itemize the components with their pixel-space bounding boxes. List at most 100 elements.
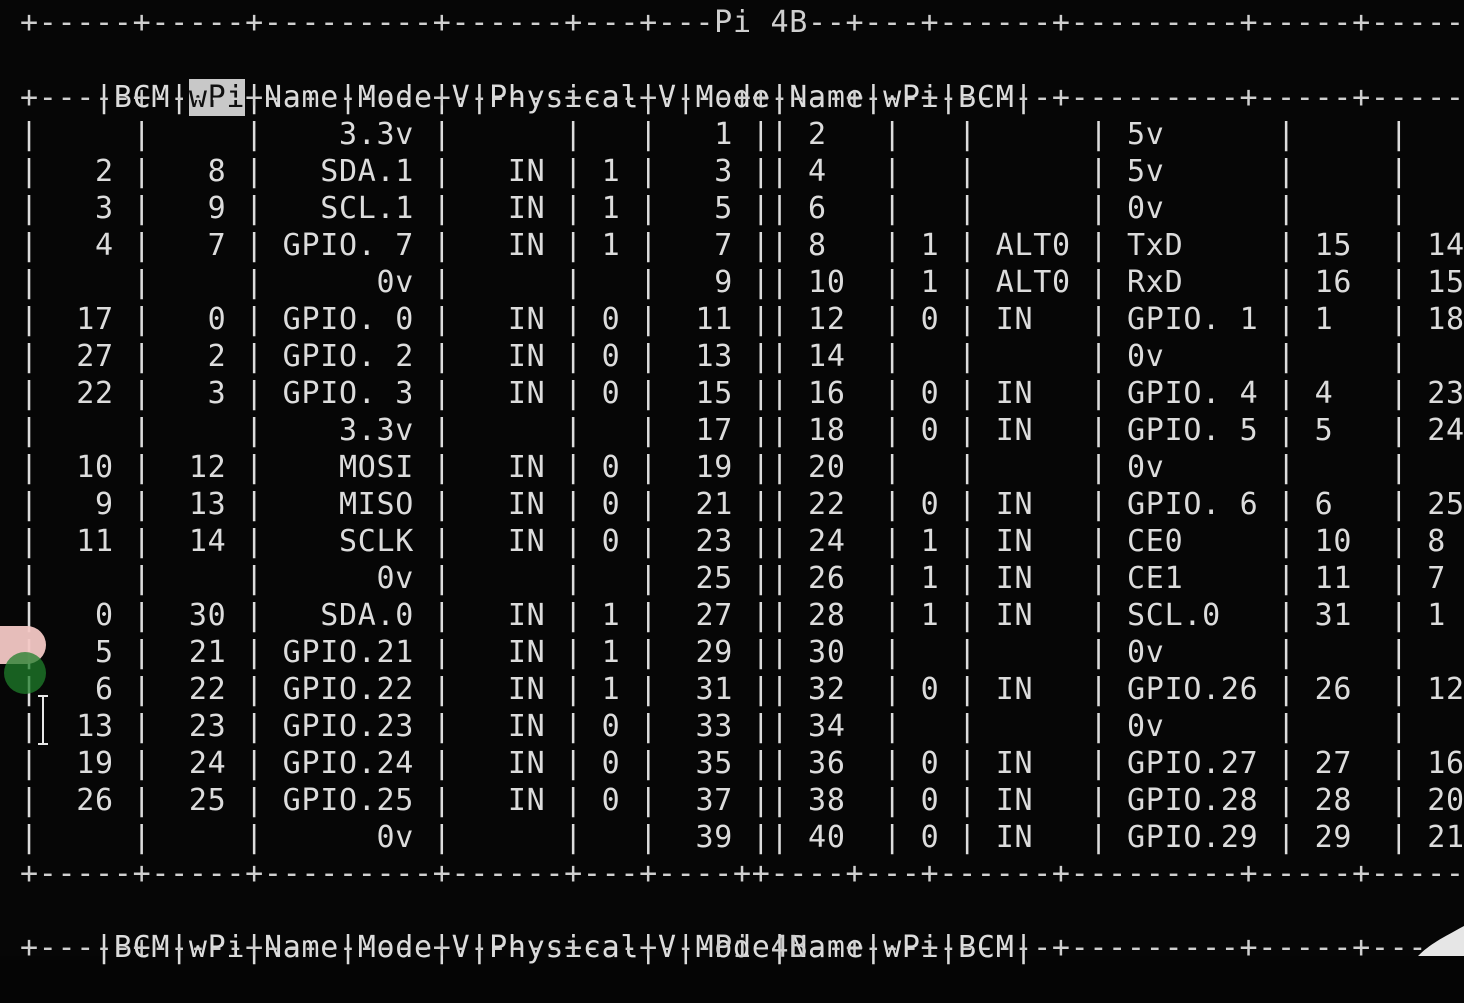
row-cell-separator: | (883, 709, 902, 744)
table-cell: GPIO. 4 (1108, 376, 1278, 411)
table-cell (902, 153, 958, 190)
table-cell: 1 (1427, 598, 1447, 633)
row-cell-separator: | (432, 709, 452, 744)
table-cell: 21 (657, 487, 752, 522)
table-cell: 34 (789, 709, 884, 744)
row-cell-separator: | (564, 413, 583, 448)
row-cell-separator: || (751, 413, 790, 448)
row-cell-separator: || (751, 709, 790, 744)
row-cell-separator: | (245, 154, 264, 189)
row-cell-separator: | (132, 672, 152, 707)
terminal-window[interactable]: +-----+-----+---------+------+---+---Pi … (0, 0, 1464, 965)
row-cell-separator: | (1389, 191, 1409, 226)
row-cell-separator: | (1389, 820, 1409, 855)
row-cell-separator: | (564, 524, 583, 559)
row-cell-separator: | (245, 783, 264, 818)
row-cell-separator: | (564, 672, 583, 707)
row-cell-separator: | (245, 265, 264, 300)
row-cell-separator: || (751, 302, 790, 337)
row-left-border: | (20, 524, 39, 559)
table-cell (1296, 338, 1390, 375)
row-cell-separator: || (751, 635, 790, 670)
row-cell-separator: | (564, 228, 583, 263)
row-cell-separator: | (564, 191, 583, 226)
row-cell-separator: || (751, 783, 790, 818)
table-cell (1408, 708, 1464, 745)
table-row: | 22 | 3 | GPIO. 3 | IN | 0 | 15 || 16 |… (20, 375, 1464, 412)
table-cell: IN (451, 746, 565, 781)
row-left-border: | (20, 783, 39, 818)
row-cell-separator: | (639, 672, 658, 707)
row-cell-separator: | (883, 154, 902, 189)
row-cell-separator: | (958, 376, 977, 411)
table-row: | 0 | 30 | SDA.0 | IN | 1 | 27 || 28 | 1… (20, 597, 1464, 634)
row-cell-separator: | (1389, 154, 1409, 189)
table-cell (151, 116, 245, 153)
row-cell-separator: | (432, 191, 452, 226)
table-cell (1296, 116, 1390, 153)
table-cell: 8 (789, 228, 884, 263)
table-cell: 24 (1427, 413, 1464, 448)
table-cell (1408, 449, 1464, 486)
row-cell-separator: | (883, 302, 902, 337)
row-cell-separator: | (132, 191, 152, 226)
row-cell-separator: | (564, 154, 583, 189)
table-cell: 1 (582, 228, 640, 263)
table-cell: 19 (657, 450, 752, 485)
table-footer-separator: +-----+-----+---------+------+---+----++… (20, 856, 1464, 891)
table-cell: 15 (657, 376, 752, 411)
table-cell: 25 (151, 783, 246, 818)
table-cell: IN (451, 635, 565, 670)
table-cell: 0v (263, 265, 433, 300)
row-cell-separator: | (1089, 709, 1109, 744)
row-cell-separator: | (245, 672, 264, 707)
table-cell: 36 (789, 746, 884, 781)
table-cell: GPIO.23 (263, 709, 433, 744)
row-cell-separator: | (1389, 598, 1409, 633)
table-row: | | | 0v | | | 9 || 10 | 1 | ALT0 | RxD … (20, 264, 1464, 301)
table-cell (977, 153, 1090, 190)
table-cell: 24 (151, 746, 246, 781)
row-cell-separator: | (1277, 450, 1296, 485)
row-cell-separator: | (639, 561, 658, 596)
table-cell: 3.3v (263, 413, 433, 448)
row-cell-separator: | (1089, 450, 1109, 485)
row-cell-separator: | (958, 524, 977, 559)
table-cell: 0 (38, 598, 133, 633)
row-cell-separator: | (1389, 413, 1409, 448)
row-cell-separator: | (564, 783, 583, 818)
row-cell-separator: | (564, 450, 583, 485)
row-cell-separator: | (1277, 561, 1296, 596)
table-cell: 32 (789, 672, 884, 707)
table-cell (902, 449, 958, 486)
row-cell-separator: | (432, 524, 452, 559)
table-cell (1408, 634, 1464, 671)
table-row: | | | 0v | | | 25 || 26 | 1 | IN | CE1 |… (20, 560, 1464, 597)
table-cell: 14 (1427, 228, 1464, 263)
row-cell-separator: | (958, 450, 977, 485)
table-cell (583, 560, 639, 597)
row-cell-separator: || (751, 820, 790, 855)
row-cell-separator: | (432, 820, 452, 855)
row-cell-separator: | (958, 117, 977, 152)
row-cell-separator: | (1389, 487, 1409, 522)
row-cell-separator: | (132, 117, 152, 152)
table-row: | 13 | 23 | GPIO.23 | IN | 0 | 33 || 34 … (20, 708, 1464, 745)
row-cell-separator: | (564, 117, 583, 152)
row-cell-separator: | (1389, 709, 1409, 744)
table-cell (977, 708, 1090, 745)
table-cell: 1 (582, 598, 640, 633)
table-cell (39, 819, 133, 856)
table-cell: 31 (657, 672, 752, 707)
row-cell-separator: | (564, 376, 583, 411)
table-bottom-border: +-----+-----+---------+------+---+---Pi … (20, 930, 1464, 965)
row-cell-separator: | (432, 413, 452, 448)
row-cell-separator: | (132, 376, 152, 411)
row-cell-separator: | (564, 709, 583, 744)
table-cell: IN (451, 450, 565, 485)
table-row: | 11 | 14 | SCLK | IN | 0 | 23 || 24 | 1… (20, 523, 1464, 560)
table-cell: 25 (657, 561, 752, 596)
row-cell-separator: || (751, 191, 790, 226)
row-cell-separator: | (958, 265, 977, 300)
row-cell-separator: | (132, 820, 152, 855)
